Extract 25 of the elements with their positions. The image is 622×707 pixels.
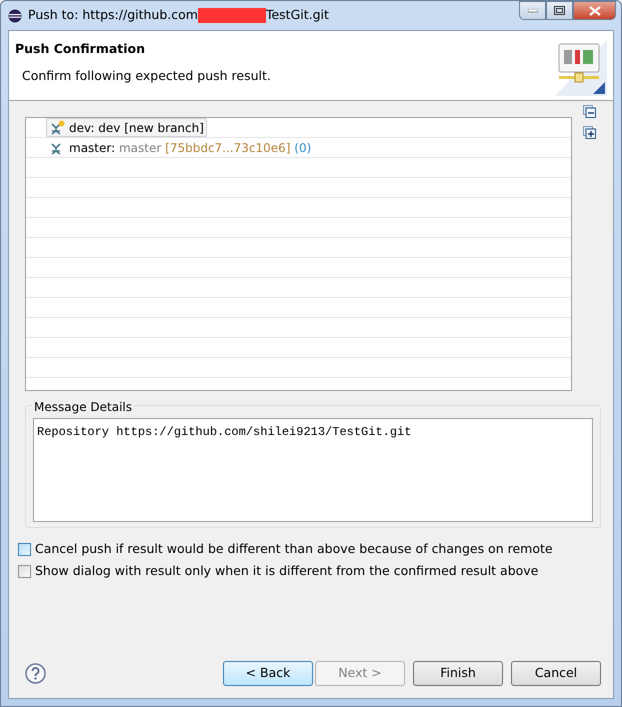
app-icon: [8, 8, 22, 22]
maximize-button[interactable]: [546, 1, 573, 20]
page-title: Push Confirmation: [15, 40, 146, 58]
git-logo-icon: [555, 40, 607, 96]
minimize-icon: [528, 8, 538, 12]
collapse-all-button[interactable]: [583, 105, 596, 118]
checkbox[interactable]: [18, 564, 31, 578]
checkbox-label: Show dialog with result only when it is different from the confirmed result above: [35, 562, 538, 580]
dialog-button[interactable]: Finish: [413, 661, 503, 686]
dialog-button[interactable]: Cancel: [511, 661, 601, 686]
checkbox[interactable]: [18, 542, 31, 556]
minimize-button[interactable]: [519, 1, 546, 20]
expand-all-button[interactable]: [583, 126, 596, 139]
window-title: Push to: https://github.com TestGit.git: [28, 6, 329, 25]
close-icon: [588, 6, 600, 16]
message-text-area[interactable]: Repository https://github.com/shilei9213/TestGit.git: [33, 418, 593, 522]
new-branch-icon: [49, 120, 65, 136]
branch-item[interactable]: master: master [75bbdc7...73c10e6] (0): [46, 138, 314, 157]
help-icon[interactable]: [25, 663, 46, 684]
page-description: Confirm following expected push result.: [22, 66, 271, 85]
maximize-icon: [554, 6, 565, 15]
dialog-button[interactable]: < Back: [223, 661, 313, 686]
checkbox-label: Cancel push if result would be different than above because of changes on remote: [35, 540, 553, 558]
close-button[interactable]: [573, 1, 616, 20]
branch-item[interactable]: dev: dev [new branch]: [46, 118, 207, 137]
